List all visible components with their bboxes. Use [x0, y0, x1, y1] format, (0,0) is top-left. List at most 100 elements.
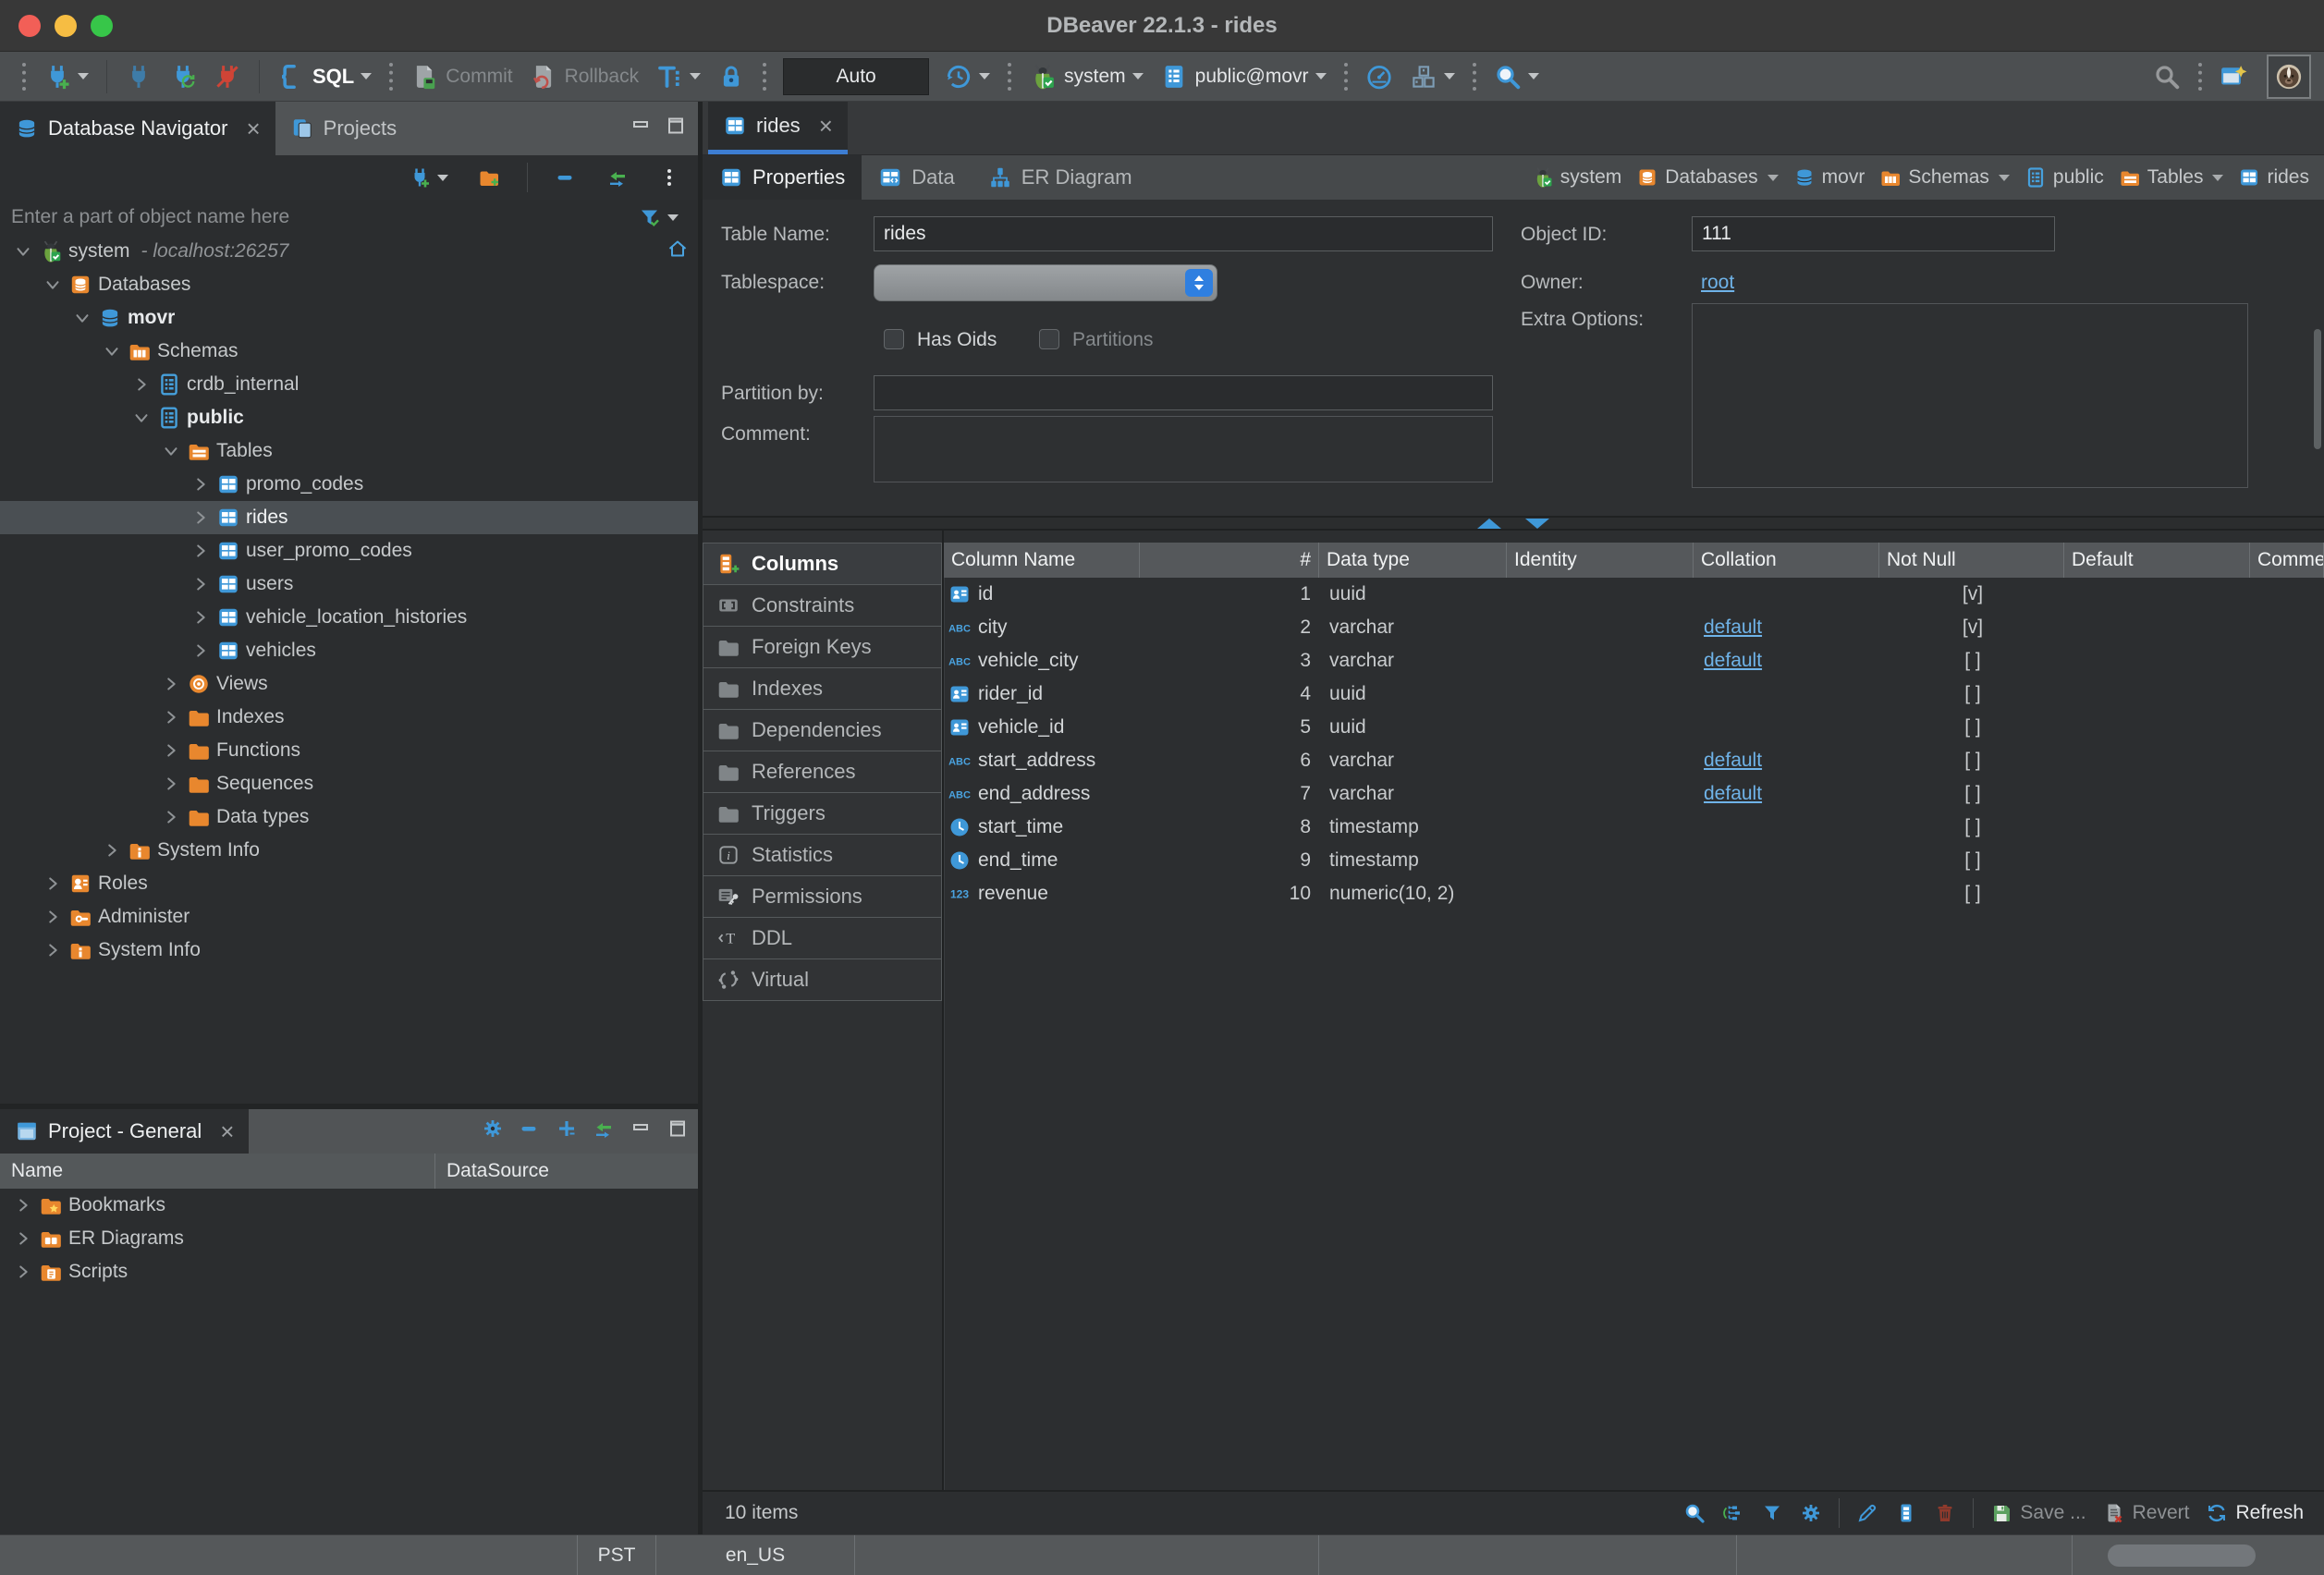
status-locale[interactable]: en_US	[656, 1535, 855, 1575]
tree-item-system[interactable]: system - localhost:26257	[0, 235, 698, 268]
close-icon[interactable]: ×	[220, 1119, 234, 1143]
panel-minimize-button[interactable]	[630, 115, 652, 142]
object-filter-input[interactable]	[11, 206, 630, 228]
panel-minimize-button[interactable]	[630, 1117, 652, 1145]
subtab-properties[interactable]: Properties	[703, 155, 862, 200]
active-schema-button[interactable]: public@movr	[1156, 56, 1330, 97]
grid-row-vehicle-id[interactable]: vehicle_id5uuid[ ]	[945, 711, 2324, 744]
status-timezone[interactable]: PST	[578, 1535, 656, 1575]
collapse-all-button[interactable]	[551, 157, 581, 198]
panel-maximize-button[interactable]	[665, 115, 687, 142]
grid-row-end-time[interactable]: end_time9timestamp[ ]	[945, 844, 2324, 877]
side-tab-triggers[interactable]: Triggers	[703, 792, 942, 835]
tab-project-general[interactable]: Project - General×	[0, 1109, 249, 1154]
tree-item-tables[interactable]: Tables	[0, 434, 698, 468]
column-header-datasource[interactable]: DataSource	[434, 1154, 698, 1189]
tree-item-data-types[interactable]: Data types	[0, 800, 698, 834]
collapse-down-icon[interactable]	[1525, 519, 1549, 529]
close-icon[interactable]: ×	[819, 114, 833, 138]
side-tab-references[interactable]: References	[703, 751, 942, 793]
side-tab-dependencies[interactable]: Dependencies	[703, 709, 942, 751]
side-tab-constraints[interactable]: Constraints	[703, 584, 942, 627]
tree-item-system-info[interactable]: System Info	[0, 934, 698, 967]
tree-item-roles[interactable]: Roles	[0, 867, 698, 900]
global-search-button[interactable]	[2149, 56, 2184, 97]
collapse-up-icon[interactable]	[1477, 519, 1501, 529]
link-with-editor-button[interactable]	[593, 1117, 615, 1145]
tree-item-vehicles[interactable]: vehicles	[0, 634, 698, 667]
breadcrumb-movr[interactable]: movr	[1793, 166, 1865, 189]
tree-item-er-diagrams[interactable]: ER Diagrams	[0, 1222, 698, 1255]
data-search-button[interactable]	[1490, 56, 1543, 97]
side-tab-permissions[interactable]: Permissions	[703, 875, 942, 918]
collapse-all-button[interactable]	[519, 1117, 541, 1145]
breadcrumb-system[interactable]: system	[1532, 166, 1622, 189]
filter-settings-button[interactable]	[635, 197, 682, 238]
connect-button[interactable]	[121, 56, 156, 97]
grid-column-header-default[interactable]: Default	[2064, 543, 2250, 578]
reconnect-button[interactable]	[165, 56, 201, 97]
tree-item-promo-codes[interactable]: promo_codes	[0, 468, 698, 501]
commit-mode-select[interactable]: Auto	[783, 58, 929, 95]
tree-item-databases[interactable]: Databases	[0, 268, 698, 301]
subtab-er-diagram[interactable]: ER Diagram	[972, 155, 1149, 200]
add-connection-button[interactable]	[405, 157, 452, 198]
table-name-input[interactable]	[874, 216, 1493, 251]
tree-item-indexes[interactable]: Indexes	[0, 701, 698, 734]
sql-editor-button[interactable]: SQL	[274, 56, 375, 97]
object-id-input[interactable]	[1692, 216, 2055, 251]
tree-item-movr[interactable]: movr	[0, 301, 698, 335]
edit-column-button[interactable]	[1856, 1502, 1878, 1524]
active-datasource-button[interactable]: system	[1025, 56, 1147, 97]
grid-row-rider-id[interactable]: rider_id4uuid[ ]	[945, 678, 2324, 711]
collation-link[interactable]: default	[1704, 783, 1762, 805]
add-folder-button[interactable]	[474, 157, 504, 198]
grid-column-header-not-null[interactable]: Not Null	[1879, 543, 2064, 578]
grid-column-header-comment[interactable]: Comment	[2250, 543, 2324, 578]
panel-maximize-button[interactable]	[667, 1117, 689, 1145]
transaction-mode-button[interactable]	[652, 56, 704, 97]
side-tab-statistics[interactable]: iStatistics	[703, 834, 942, 876]
grid-filter-button[interactable]	[1761, 1502, 1783, 1524]
compare-data-button[interactable]	[1406, 56, 1459, 97]
grid-column-header-collation[interactable]: Collation	[1694, 543, 1879, 578]
tree-item-system-info[interactable]: System Info	[0, 834, 698, 867]
status-scrollbar-thumb[interactable]	[2108, 1544, 2256, 1567]
partitions-checkbox[interactable]	[1039, 329, 1059, 349]
grid-column-header-column-name[interactable]: Column Name	[944, 543, 1140, 578]
tablespace-select[interactable]	[874, 264, 1217, 301]
refresh-structure-button[interactable]	[1722, 1502, 1744, 1524]
view-menu-button[interactable]	[654, 157, 684, 198]
collation-link[interactable]: default	[1704, 617, 1762, 639]
collation-link[interactable]: default	[1704, 650, 1762, 672]
side-tab-ddl[interactable]: TDDL	[703, 917, 942, 959]
subtab-data[interactable]: Data	[862, 155, 971, 200]
tree-item-crdb-internal[interactable]: crdb_internal	[0, 368, 698, 401]
breadcrumb-public[interactable]: public	[2024, 166, 2104, 189]
connection-lock-button[interactable]	[714, 56, 749, 97]
close-icon[interactable]: ×	[246, 116, 260, 140]
breadcrumb-databases[interactable]: Databases	[1636, 166, 1778, 189]
form-grid-splitter[interactable]	[703, 516, 2324, 531]
new-connection-button[interactable]	[40, 56, 92, 97]
tree-item-views[interactable]: Views	[0, 667, 698, 701]
side-tab-columns[interactable]: Columns	[703, 543, 942, 585]
add-column-button[interactable]	[1895, 1502, 1917, 1524]
side-tab-indexes[interactable]: Indexes	[703, 667, 942, 710]
grid-row-city[interactable]: ABCcity2varchardefault[v]	[945, 611, 2324, 644]
tree-item-scripts[interactable]: Scripts	[0, 1255, 698, 1288]
disconnect-button[interactable]	[210, 56, 245, 97]
expand-all-button[interactable]	[556, 1117, 578, 1145]
tree-item-rides[interactable]: rides	[0, 501, 698, 534]
tree-item-functions[interactable]: Functions	[0, 734, 698, 767]
tree-item-administer[interactable]: Administer	[0, 900, 698, 934]
has-oids-checkbox[interactable]	[884, 329, 904, 349]
grid-settings-button[interactable]	[1800, 1502, 1822, 1524]
grid-column-header-identity[interactable]: Identity	[1507, 543, 1694, 578]
delete-column-button[interactable]	[1934, 1502, 1956, 1524]
open-new-window-button[interactable]	[2216, 56, 2251, 97]
editor-tab-rides[interactable]: rides×	[708, 102, 848, 154]
collation-link[interactable]: default	[1704, 750, 1762, 772]
tree-item-public[interactable]: public	[0, 401, 698, 434]
grid-row-start-time[interactable]: start_time8timestamp[ ]	[945, 811, 2324, 844]
